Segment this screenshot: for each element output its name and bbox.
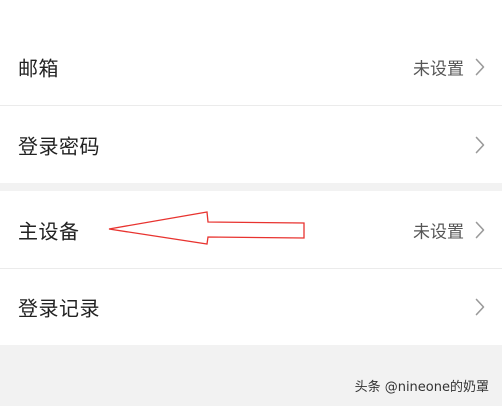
row-value-main-device: 未设置 xyxy=(413,222,464,243)
chevron-right-icon xyxy=(475,298,485,316)
row-value-email: 未设置 xyxy=(413,59,464,80)
row-label-main-device: 主设备 xyxy=(18,219,80,244)
settings-row-login-records[interactable]: 登录记录 xyxy=(0,268,502,346)
chevron-right-icon xyxy=(475,136,485,154)
row-label-login-records: 登录记录 xyxy=(18,296,100,321)
row-label-email: 邮箱 xyxy=(18,56,59,81)
red-arrow-annotation xyxy=(108,211,305,245)
settings-row-email[interactable]: 邮箱 未设置 xyxy=(0,28,502,106)
chevron-right-icon xyxy=(475,58,485,76)
settings-row-login-password[interactable]: 登录密码 xyxy=(0,106,502,184)
chevron-right-icon xyxy=(475,221,485,239)
row-label-login-password: 登录密码 xyxy=(18,134,100,159)
settings-screen: 邮箱 未设置 登录密码 主设备 未设置 登录记录 头条 @nineone的奶罩 xyxy=(0,0,502,406)
watermark: 头条 @nineone的奶罩 xyxy=(354,380,489,395)
